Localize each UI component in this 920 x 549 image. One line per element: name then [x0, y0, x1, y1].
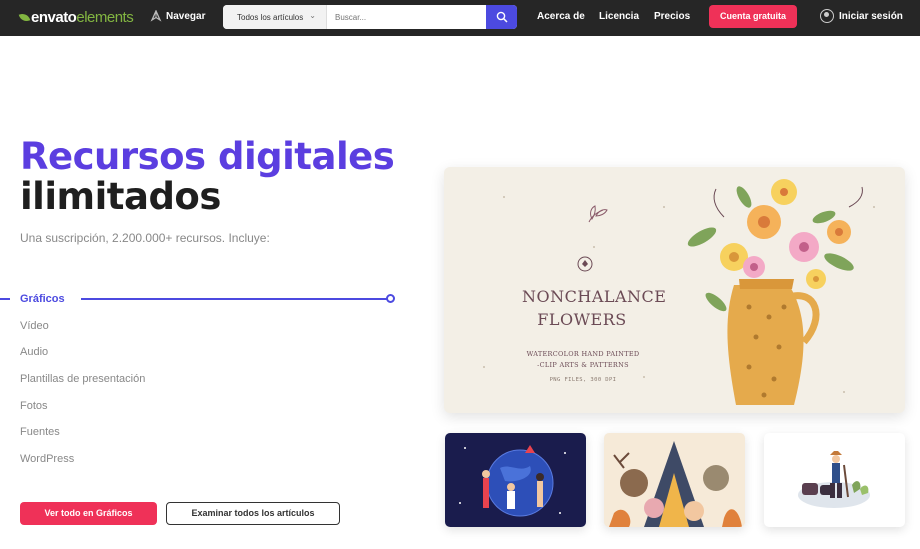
user-icon: [820, 9, 834, 23]
sign-in-label: Iniciar sesión: [839, 10, 903, 22]
hero-subtitle: Una suscripción, 2.200.000+ recursos. In…: [20, 231, 270, 245]
thumbnail-animals-illustration[interactable]: [604, 433, 745, 527]
featured-title-line1: NONCHALANCE: [522, 287, 667, 306]
featured-title: NONCHALANCE FLOWERS: [522, 285, 667, 331]
category-item-photos[interactable]: Fotos: [20, 400, 145, 427]
featured-title-line2: FLOWERS: [537, 310, 627, 329]
space-scene-image: [459, 445, 566, 517]
envato-elements-logo[interactable]: envato elements: [18, 9, 134, 26]
category-item-fonts[interactable]: Fuentes: [20, 426, 145, 453]
nav-link-about[interactable]: Acerca de: [537, 11, 585, 22]
category-item-audio[interactable]: Audio: [20, 346, 145, 373]
browse-label: Navegar: [166, 10, 206, 22]
thumbnail-space-illustration[interactable]: [445, 433, 586, 527]
leaf-icon: [18, 11, 31, 24]
category-list: Gráficos Vídeo Audio Plantillas de prese…: [20, 293, 145, 480]
gardening-scene-image: [798, 451, 870, 508]
title-accent: Recursos digitales: [20, 135, 395, 178]
featured-subtitle: WATERCOLOR HAND PAINTED -CLIP ARTS & PAT…: [508, 349, 658, 371]
search-icon: [496, 11, 508, 23]
category-item-graphics[interactable]: Gráficos: [20, 293, 145, 320]
nav-link-pricing[interactable]: Precios: [654, 11, 690, 22]
browse-icon: [150, 10, 162, 22]
search-bar: Todos los artículos ⌄: [223, 5, 517, 29]
category-select[interactable]: Todos los artículos ⌄: [223, 5, 327, 29]
category-select-value: Todos los artículos: [237, 13, 304, 22]
category-item-wordpress[interactable]: WordPress: [20, 453, 145, 480]
page-title: Recursos digitales ilimitados: [20, 135, 395, 218]
animals-scene-image: [609, 441, 742, 527]
title-dark: ilimitados: [20, 175, 221, 218]
nav-link-license[interactable]: Licencia: [599, 11, 639, 22]
category-indicator-line: [81, 298, 389, 300]
logo-text-light: elements: [76, 9, 134, 26]
chevron-down-icon: ⌄: [309, 11, 316, 20]
thumbnail-gardening-illustration[interactable]: [764, 433, 905, 527]
logo-text-bold: envato: [31, 9, 77, 26]
browse-all-items-button[interactable]: Examinar todos los artículos: [166, 502, 340, 525]
category-indicator-dot: [386, 294, 395, 303]
featured-subtitle-line1: WATERCOLOR HAND PAINTED: [526, 350, 640, 358]
search-button[interactable]: [486, 5, 517, 29]
free-account-button[interactable]: Cuenta gratuita: [709, 5, 797, 28]
sign-in-link[interactable]: Iniciar sesión: [820, 9, 903, 23]
top-navigation-bar: envato elements Navegar Todos los artícul…: [0, 0, 920, 36]
category-indicator-dash: [0, 298, 10, 300]
search-input[interactable]: [335, 5, 485, 29]
featured-subtitle-line2: -CLIP ARTS & PATTERNS: [537, 361, 629, 369]
featured-file-info: PNG FILES, 300 DPI: [549, 377, 617, 383]
browse-menu-button[interactable]: Navegar: [150, 10, 205, 22]
category-item-video[interactable]: Vídeo: [20, 320, 145, 347]
category-item-presentation-templates[interactable]: Plantillas de presentación: [20, 373, 145, 400]
featured-item-card[interactable]: NONCHALANCE FLOWERS WATERCOLOR HAND PAIN…: [444, 167, 905, 413]
view-all-graphics-button[interactable]: Ver todo en Gráficos: [20, 502, 157, 525]
